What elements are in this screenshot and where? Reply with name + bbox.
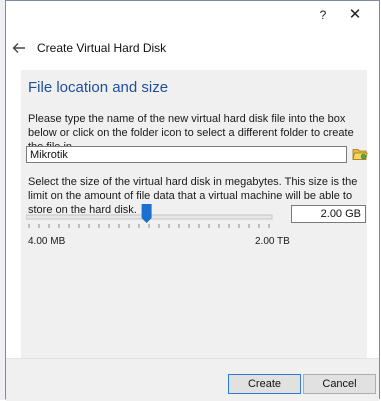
slider-ticks bbox=[28, 224, 270, 228]
slider-handle[interactable] bbox=[141, 204, 152, 223]
back-arrow-icon[interactable] bbox=[11, 40, 27, 56]
wizard-title: Create Virtual Hard Disk bbox=[37, 41, 167, 55]
title-bar: ? ✕ bbox=[6, 1, 379, 29]
size-input[interactable] bbox=[291, 205, 366, 223]
size-slider[interactable] bbox=[26, 200, 276, 234]
slider-max-label: 2.00 TB bbox=[255, 236, 290, 247]
button-bar: Create Cancel bbox=[6, 358, 379, 401]
create-virtual-hard-disk-dialog: ? ✕ Create Virtual Hard Disk File locati… bbox=[5, 0, 380, 401]
section-title: File location and size bbox=[28, 79, 169, 96]
close-button[interactable]: ✕ bbox=[344, 5, 366, 25]
close-icon: ✕ bbox=[348, 6, 362, 23]
create-button[interactable]: Create bbox=[228, 374, 301, 394]
wizard-page: File location and size Please type the n… bbox=[21, 70, 368, 358]
slider-min-label: 4.00 MB bbox=[28, 236, 66, 247]
folder-icon[interactable] bbox=[352, 146, 368, 162]
help-icon: ? bbox=[319, 8, 327, 22]
help-button[interactable]: ? bbox=[312, 5, 334, 25]
file-name-input[interactable] bbox=[26, 146, 347, 163]
cancel-button[interactable]: Cancel bbox=[303, 374, 376, 394]
